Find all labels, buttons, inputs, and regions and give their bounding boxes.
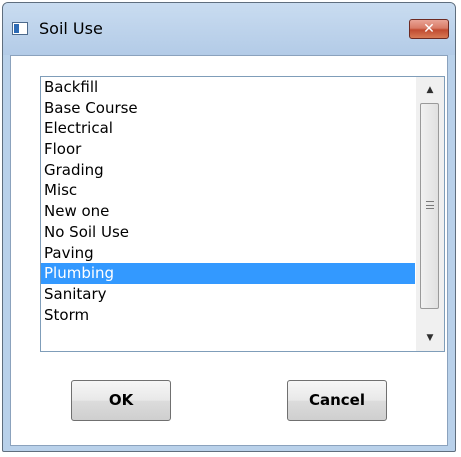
- list-item[interactable]: Electrical: [41, 118, 415, 139]
- scroll-down-arrow-icon[interactable]: ▼: [416, 327, 444, 349]
- list-item[interactable]: Paving: [41, 243, 415, 264]
- list-item[interactable]: Base Course: [41, 98, 415, 119]
- scroll-up-arrow-icon[interactable]: ▲: [416, 79, 444, 101]
- ok-button[interactable]: OK: [71, 380, 171, 421]
- list-item[interactable]: No Soil Use: [41, 222, 415, 243]
- window-title: Soil Use: [39, 19, 103, 38]
- vertical-scrollbar[interactable]: ▲ ▼: [416, 77, 444, 351]
- list-item[interactable]: Storm: [41, 305, 415, 326]
- list-item-selected[interactable]: Plumbing: [41, 263, 415, 284]
- list-item[interactable]: Floor: [41, 139, 415, 160]
- soil-use-dialog: Soil Use ✕ Backfill Base Course Electric…: [2, 2, 456, 452]
- cancel-button[interactable]: Cancel: [287, 380, 387, 421]
- list-item[interactable]: Backfill: [41, 77, 415, 98]
- list-item[interactable]: Grading: [41, 160, 415, 181]
- close-icon: ✕: [423, 21, 435, 37]
- soil-use-listbox[interactable]: Backfill Base Course Electrical Floor Gr…: [40, 76, 445, 352]
- close-button[interactable]: ✕: [409, 19, 449, 39]
- list-item[interactable]: Misc: [41, 180, 415, 201]
- title-bar[interactable]: Soil Use ✕: [3, 3, 455, 55]
- list-item[interactable]: Sanitary: [41, 284, 415, 305]
- window-app-icon: [12, 22, 28, 35]
- dialog-client-area: Backfill Base Course Electrical Floor Gr…: [10, 55, 448, 446]
- list-items: Backfill Base Course Electrical Floor Gr…: [41, 77, 415, 351]
- list-item[interactable]: New one: [41, 201, 415, 222]
- scroll-thumb[interactable]: [420, 103, 439, 309]
- grip-icon: [426, 201, 434, 209]
